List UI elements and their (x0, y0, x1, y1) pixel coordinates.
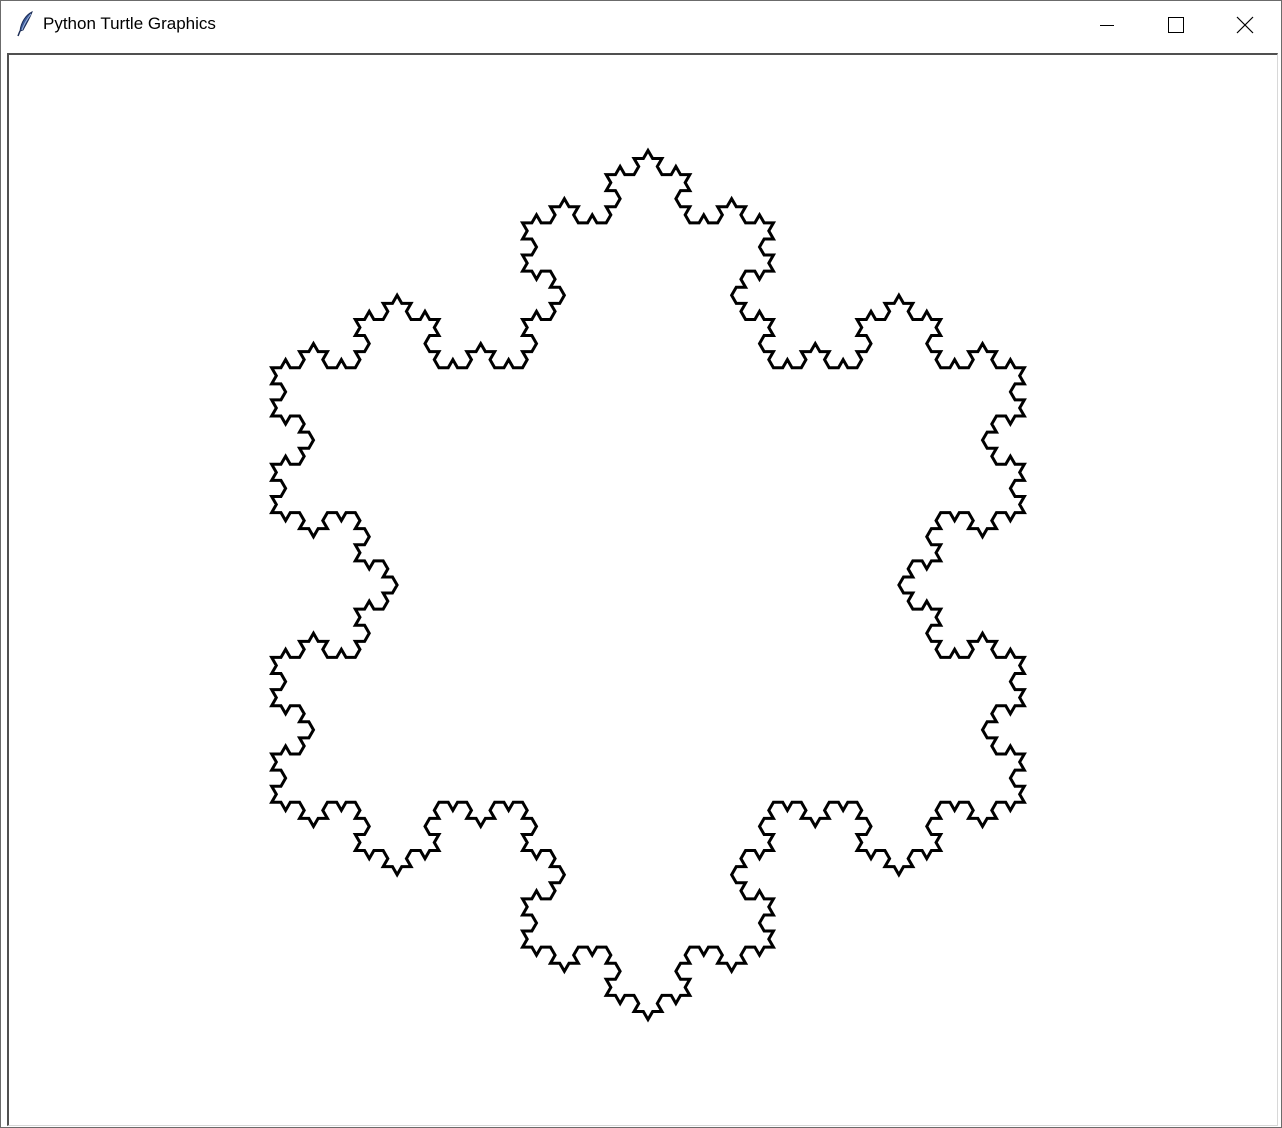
maximize-icon (1168, 16, 1184, 33)
turtle-window: Python Turtle Graphics (0, 0, 1282, 1128)
title-bar[interactable]: Python Turtle Graphics (1, 1, 1281, 48)
close-button[interactable] (1211, 1, 1279, 48)
koch-snowflake-drawing (269, 147, 1027, 1023)
minimize-button[interactable] (1073, 1, 1141, 48)
close-icon (1236, 16, 1254, 34)
feather-icon (15, 11, 37, 37)
window-title: Python Turtle Graphics (43, 14, 216, 33)
minimize-icon (1099, 17, 1115, 33)
koch-snowflake-curve (269, 147, 1027, 1023)
maximize-button[interactable] (1142, 1, 1210, 48)
turtle-canvas-area[interactable] (7, 53, 1278, 1126)
